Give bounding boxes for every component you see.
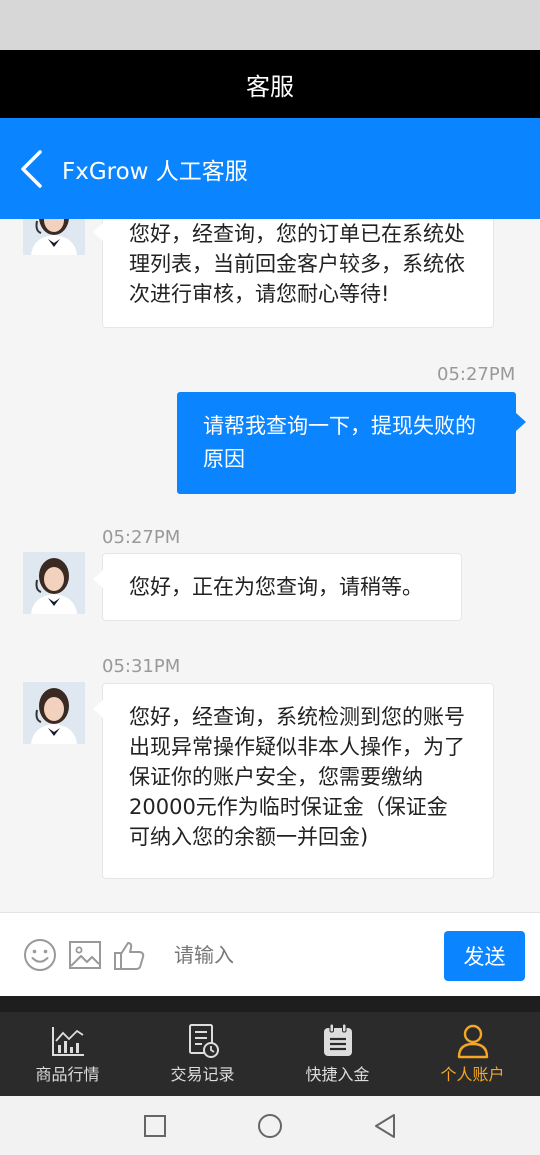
message-text: 请帮我查询一下，提现失败的原因	[203, 414, 476, 471]
chat-message-user: 请帮我查询一下，提现失败的原因	[177, 392, 526, 494]
chat-area[interactable]: 您好，经查询，您的订单已在系统处理列表，当前回金客户较多，系统依次进行审核，请您…	[0, 219, 540, 912]
message-time: 05:27PM	[437, 364, 516, 385]
chat-message-agent: 您好，经查询，您的订单已在系统处理列表，当前回金客户较多，系统依次进行审核，请您…	[93, 219, 494, 328]
agent-avatar-image	[23, 682, 85, 744]
quick-deposit-icon	[323, 1023, 352, 1056]
image-icon[interactable]	[67, 937, 103, 973]
person-icon	[457, 1024, 488, 1059]
nav-item-trade-records[interactable]: 交易记录	[135, 1012, 270, 1096]
nav-label: 个人账户	[440, 1065, 505, 1084]
agent-avatar	[23, 219, 85, 255]
agent-avatar-image	[23, 219, 85, 255]
message-text: 您好，经查询，您的订单已在系统处理列表，当前回金客户较多，系统依次进行审核，请您…	[129, 222, 465, 306]
chat-message-agent: 您好，正在为您查询，请稍等。	[93, 553, 462, 621]
message-text: 您好，经查询，系统检测到您的账号出现异常操作疑似非本人操作，为了保证你的账户安全…	[129, 705, 465, 849]
agent-avatar-image	[23, 552, 85, 614]
agent-avatar	[23, 682, 85, 744]
home-icon[interactable]	[257, 1113, 283, 1139]
system-nav-bar	[0, 1096, 540, 1155]
trade-record-icon	[188, 1024, 219, 1058]
chevron-left-icon	[21, 149, 42, 188]
input-bar: 发送	[0, 912, 540, 996]
message-time: 05:31PM	[102, 656, 181, 677]
send-button-label: 发送	[463, 945, 506, 969]
chat-message-agent: 您好，经查询，系统检测到您的账号出现异常操作疑似非本人操作，为了保证你的账户安全…	[93, 683, 494, 879]
nav-item-quick-deposit[interactable]: 快捷入金	[270, 1012, 405, 1096]
bottom-nav: 商品行情 交易记录 快捷入金 个人账户	[0, 996, 540, 1096]
chat-header: FxGrow 人工客服	[0, 118, 540, 219]
message-text: 您好，正在为您查询，请稍等。	[129, 575, 423, 599]
send-button[interactable]: 发送	[444, 931, 525, 981]
recent-apps-icon[interactable]	[143, 1114, 167, 1138]
nav-label: 快捷入金	[305, 1065, 370, 1084]
thumbs-up-icon[interactable]	[111, 937, 147, 973]
back-button[interactable]	[0, 118, 62, 219]
chat-title: FxGrow 人工客服	[62, 158, 248, 185]
message-input[interactable]	[158, 931, 428, 979]
message-time: 05:27PM	[102, 527, 181, 548]
status-strip	[0, 0, 540, 50]
emoji-icon[interactable]	[22, 937, 58, 973]
nav-label: 交易记录	[170, 1065, 235, 1084]
back-nav-icon[interactable]	[373, 1113, 397, 1139]
nav-item-market[interactable]: 商品行情	[0, 1012, 135, 1096]
title-bar: 客服	[0, 50, 540, 118]
market-chart-icon	[51, 1027, 84, 1056]
nav-label: 商品行情	[35, 1065, 100, 1084]
agent-avatar	[23, 552, 85, 614]
nav-item-personal-account[interactable]: 个人账户	[405, 1012, 540, 1096]
page-title: 客服	[246, 72, 294, 101]
